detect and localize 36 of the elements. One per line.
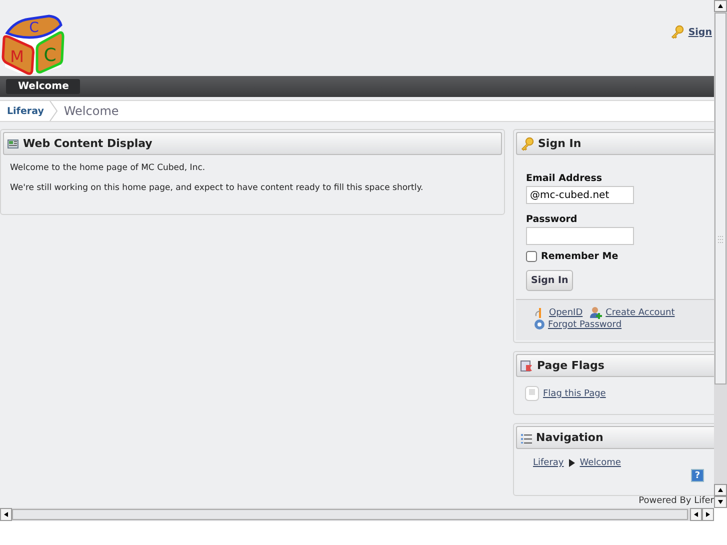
nav-tab[interactable]: Welcome bbox=[6, 79, 80, 94]
field-label: Password bbox=[526, 214, 578, 225]
navigation-link[interactable]: Liferay bbox=[533, 458, 564, 468]
remember-me-checkbox[interactable] bbox=[526, 251, 537, 262]
help-button[interactable]: ? bbox=[691, 469, 704, 482]
help-icon bbox=[534, 319, 545, 330]
breadcrumb-item[interactable]: Liferay bbox=[7, 106, 44, 116]
password-field[interactable] bbox=[526, 227, 634, 245]
flag-icon bbox=[525, 386, 539, 401]
paragraph: Welcome to the home page of MC Cubed, Inc. bbox=[10, 163, 206, 173]
arrow-icon bbox=[568, 459, 576, 467]
portlet-title: Navigation bbox=[536, 431, 604, 444]
navigation-link[interactable]: Welcome bbox=[580, 458, 621, 468]
link[interactable]: Forgot Password bbox=[548, 320, 622, 330]
sign-in-button[interactable]: Sign In bbox=[526, 270, 574, 291]
link[interactable]: Create Account bbox=[606, 308, 675, 318]
list-icon bbox=[520, 432, 532, 444]
web-content-icon bbox=[7, 138, 19, 150]
portlet-title: Page Flags bbox=[537, 359, 604, 372]
portlet-title: Sign In bbox=[538, 137, 582, 150]
email-field[interactable]: @mc-cubed.net bbox=[526, 186, 634, 204]
user-add-icon bbox=[588, 306, 603, 319]
flag-page-link[interactable]: Flag this Page bbox=[543, 388, 606, 398]
powered-by-text: Powered By Lifer bbox=[638, 496, 714, 508]
horizontal-scrollbar[interactable] bbox=[0, 508, 714, 521]
key-icon bbox=[670, 25, 684, 39]
sign-in-link[interactable]: Sign bbox=[688, 26, 712, 38]
vertical-scrollbar[interactable] bbox=[714, 0, 727, 508]
breadcrumb-item: Welcome bbox=[64, 104, 119, 118]
checkbox-label: Remember Me bbox=[541, 251, 618, 262]
field-label: Email Address bbox=[526, 173, 604, 184]
flag-page-icon bbox=[520, 359, 533, 372]
portlet-title: Web Content Display bbox=[23, 137, 152, 150]
key-icon bbox=[520, 136, 534, 150]
link[interactable]: OpenID bbox=[549, 308, 583, 318]
paragraph: We're still working on this home page, and expect to have content ready to fill this space shortly. bbox=[10, 183, 424, 193]
